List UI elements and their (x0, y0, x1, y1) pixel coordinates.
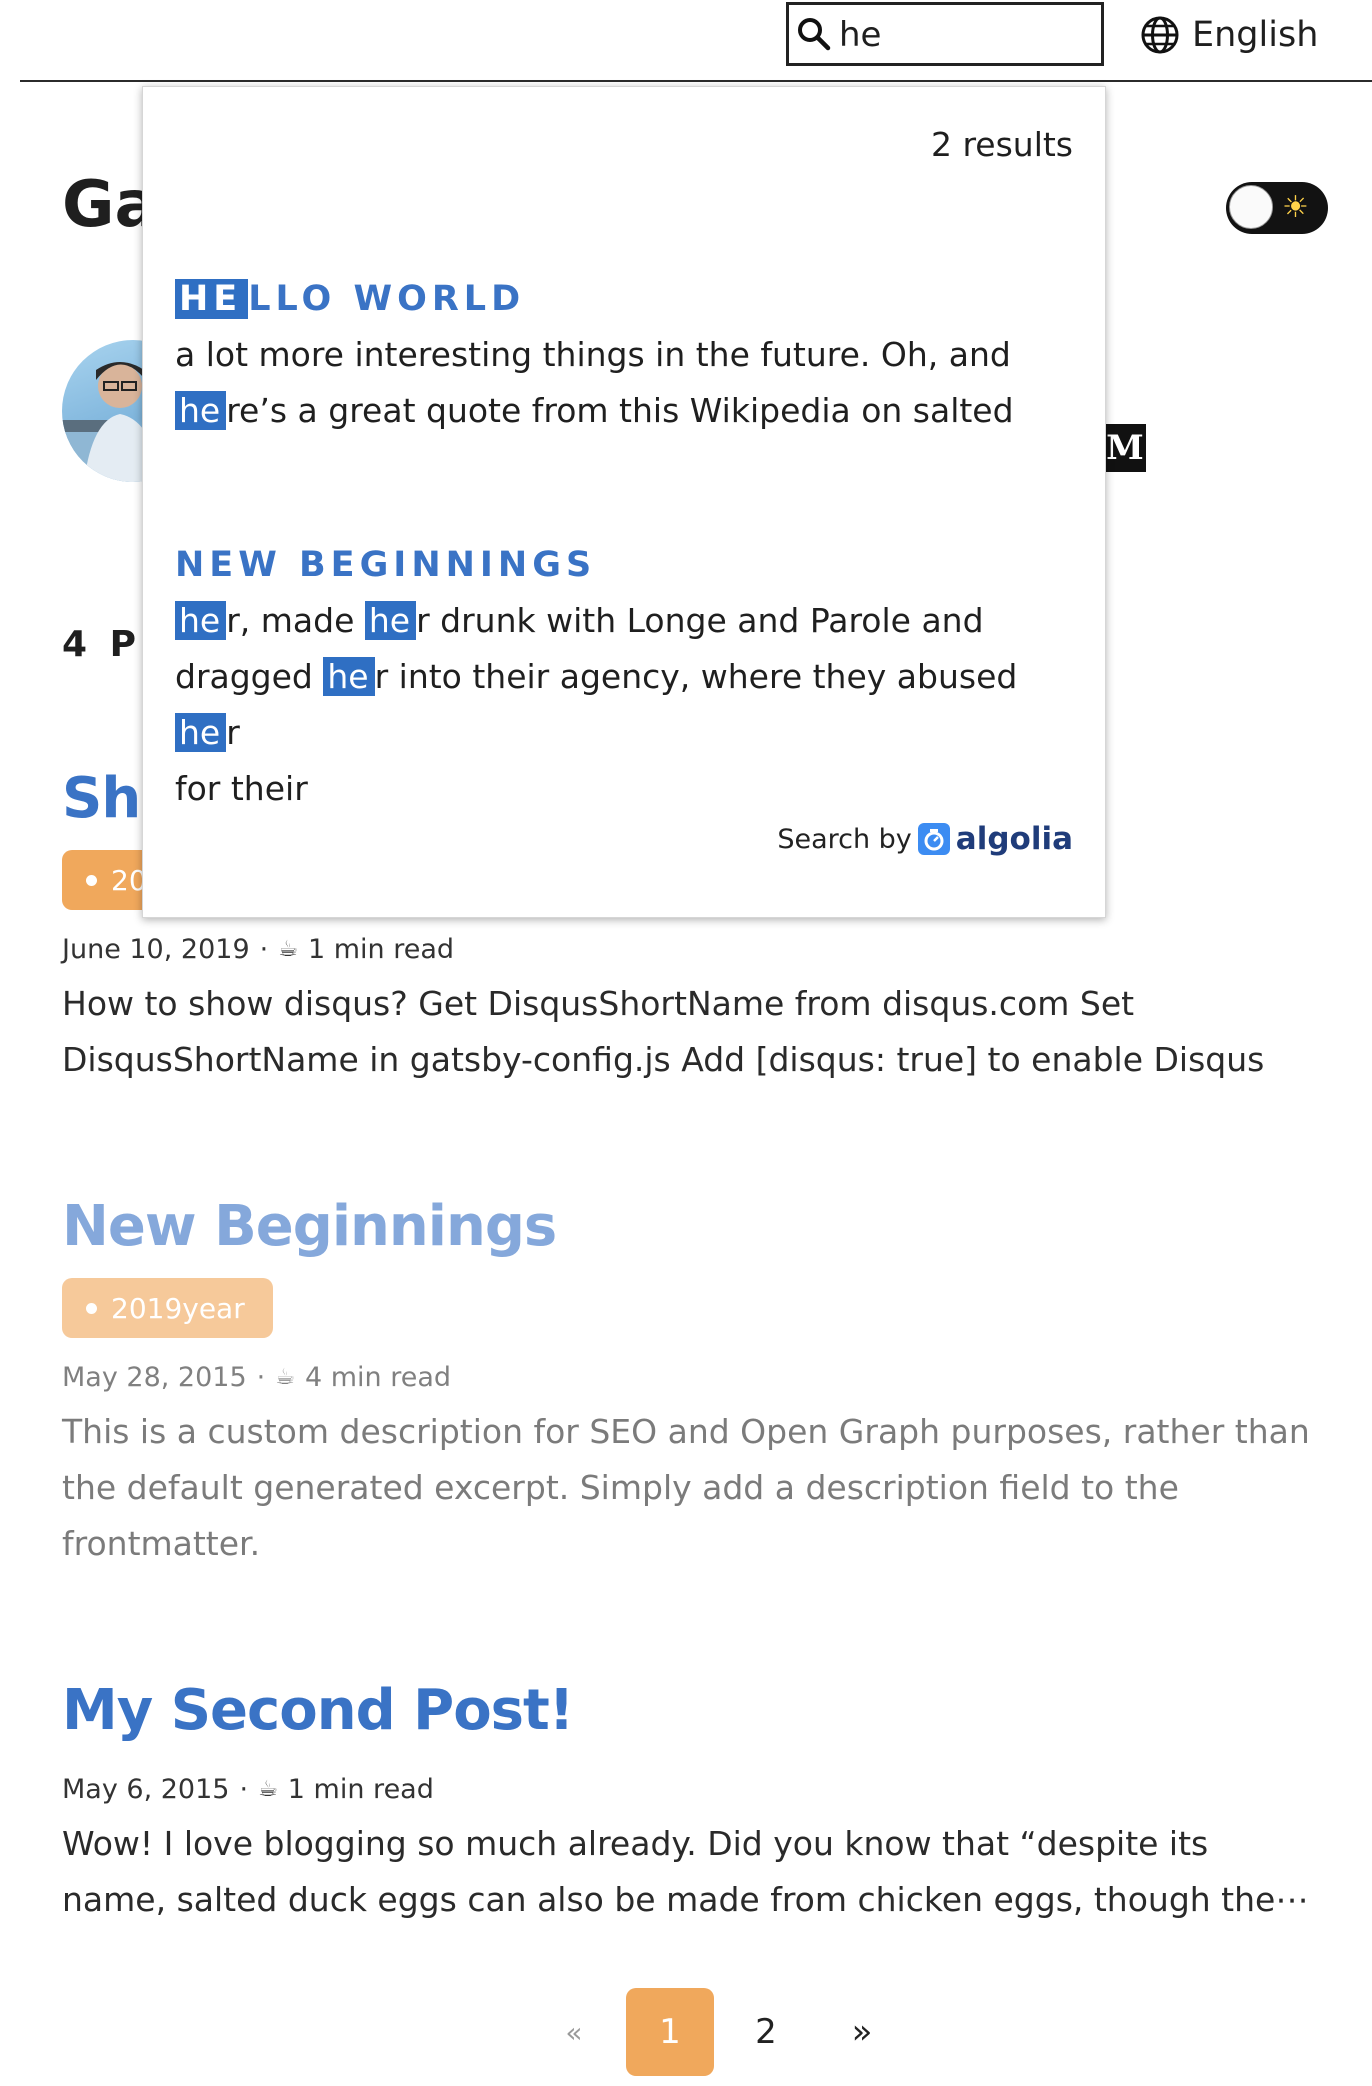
post-tag-label: 2019year (111, 1291, 245, 1325)
search-icon (798, 18, 831, 51)
post-tag-2[interactable]: 2019year (62, 1278, 273, 1338)
read-time: 1 min read (287, 1774, 434, 1805)
snippet-line: a lot more interesting things in the fut… (175, 335, 1011, 374)
pagination-page-1[interactable]: 1 (626, 1988, 714, 2076)
coffee-cup-icon: ☕ (278, 937, 298, 962)
meta-separator: · (259, 934, 269, 965)
snippet-text: r (226, 713, 240, 752)
match-highlight: he (323, 657, 375, 696)
snippet-text: r into their agency, where they abused (374, 657, 1018, 696)
tag-dot-icon (86, 1302, 97, 1314)
match-highlight: he (175, 391, 227, 430)
search-hit-title-2[interactable]: NEW BEGINNINGS (175, 545, 596, 585)
results-count: 2 results (930, 125, 1073, 164)
post-meta-1: June 10, 2019 · ☕ 1 min read (62, 934, 454, 965)
match-highlight: he (175, 601, 227, 640)
post-meta-2: May 28, 2015 · ☕ 4 min read (62, 1362, 451, 1393)
pagination-page-2[interactable]: 2 (722, 1988, 810, 2076)
snippet-line: he re’s a great quote from this Wikipedia… (175, 383, 1085, 439)
search-hit-snippet-2[interactable]: he r, made he r drunk with Longe and Parol… (175, 593, 1085, 817)
snippet-line: for their (175, 769, 308, 808)
hit-title-rest: LLO WORLD (248, 279, 526, 319)
post-excerpt-1: How to show disqus? Get DisqusShortName … (62, 984, 1265, 1079)
snippet-text: re’s a great quote from this Wikipedia o… (226, 391, 1014, 430)
match-highlight: he (175, 713, 227, 752)
search-by-label: Search by (777, 823, 912, 855)
header-divider (20, 80, 1372, 82)
read-time: 1 min read (307, 934, 455, 965)
snippet-line: dragged he r into their agency, where the… (175, 649, 1085, 761)
toggle-knob (1229, 185, 1273, 229)
pagination: « 1 2 » (530, 1988, 906, 2076)
read-time: 4 min read (304, 1362, 452, 1393)
sun-icon: ☀ (1282, 190, 1309, 225)
search-hit-title-1[interactable]: HE LLO WORLD (175, 279, 525, 319)
post-excerpt-2: This is a custom description for SEO and… (62, 1412, 1310, 1563)
post-title-3[interactable]: My Second Post! (62, 1678, 574, 1743)
post-meta-3: May 6, 2015 · ☕ 1 min read (62, 1774, 434, 1805)
search-box[interactable] (786, 2, 1104, 66)
match-highlight: he (364, 601, 417, 640)
algolia-wordmark: algolia (955, 821, 1073, 857)
search-results-dropdown: 2 results HE LLO WORLD a lot more interes… (142, 86, 1106, 918)
search-by-algolia[interactable]: Search by algolia (777, 821, 1073, 857)
theme-toggle[interactable]: ☀ (1226, 182, 1328, 234)
language-switcher[interactable]: English (1140, 10, 1318, 60)
coffee-cup-icon: ☕ (258, 1777, 278, 1802)
meta-separator: · (256, 1362, 266, 1393)
snippet-text: dragged (175, 657, 324, 696)
pagination-next[interactable]: » (818, 1988, 906, 2076)
post-date: May 6, 2015 (62, 1774, 230, 1805)
search-input[interactable] (839, 13, 1094, 57)
language-label: English (1192, 15, 1319, 55)
pagination-prev[interactable]: « (530, 1988, 618, 2076)
post-excerpt-3: Wow! I love blogging so much already. Di… (62, 1824, 1309, 1919)
post-date: May 28, 2015 (62, 1362, 247, 1393)
snippet-text: r, made (226, 601, 365, 640)
snippet-text: r drunk with Longe and Parole and (416, 601, 984, 640)
globe-icon (1141, 16, 1179, 54)
meta-separator: · (239, 1774, 249, 1805)
post-title-2[interactable]: New Beginnings (62, 1194, 557, 1259)
post-date: June 10, 2019 (62, 934, 250, 965)
medium-icon[interactable]: M (1104, 424, 1146, 472)
algolia-icon (917, 823, 950, 855)
match-highlight: HE (175, 279, 249, 319)
search-hit-snippet-1[interactable]: a lot more interesting things in the fut… (175, 327, 1085, 439)
snippet-line: he r, made he r drunk with Longe and Parol… (175, 593, 1085, 649)
post-title-1[interactable]: Sh (62, 766, 141, 831)
tag-dot-icon (86, 874, 97, 886)
coffee-cup-icon: ☕ (275, 1365, 295, 1390)
